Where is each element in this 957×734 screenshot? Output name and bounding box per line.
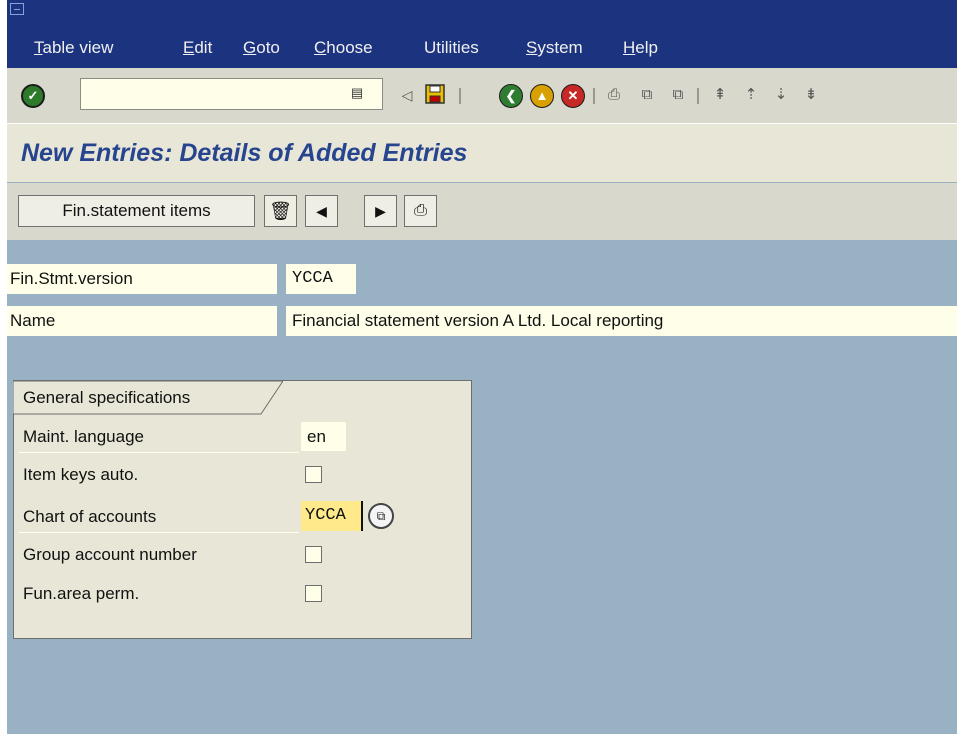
fun-area-perm-label: Fun.area perm. — [23, 584, 140, 603]
find-icon[interactable]: ⧉ — [634, 83, 660, 107]
exit-icon[interactable]: ▲ — [530, 84, 554, 108]
print-icon[interactable]: ⎙ — [601, 83, 627, 107]
name-label: Name — [7, 306, 277, 336]
page-title: New Entries: Details of Added Entries — [21, 139, 468, 167]
fin-stmt-version-label: Fin.Stmt.version — [7, 264, 277, 294]
cancel-icon[interactable]: ✕ — [561, 84, 585, 108]
toolbar-separator — [697, 88, 699, 104]
toolbar-separator — [459, 88, 461, 104]
system-menu-icon[interactable] — [10, 3, 24, 15]
chart-of-accounts-label: Chart of accounts — [23, 507, 157, 526]
fin-stmt-version-value: YCCA — [286, 264, 356, 294]
menu-edit[interactable]: Edit — [183, 38, 212, 58]
fin-statement-items-button[interactable]: Fin.statement items — [18, 195, 255, 227]
print-icon[interactable]: ⎙ — [404, 195, 437, 227]
menu-bar: Table view Edit Goto Choose Utilities Sy… — [7, 0, 957, 68]
find-next-icon[interactable]: ⧉ — [665, 83, 691, 107]
menu-help[interactable]: Help — [623, 38, 658, 58]
back-icon[interactable]: ❮ — [499, 84, 523, 108]
name-field[interactable]: Financial statement version A Ltd. Local… — [286, 306, 957, 336]
menu-system[interactable]: System — [526, 38, 583, 58]
row-underline — [19, 532, 299, 533]
sap-window: Table view Edit Goto Choose Utilities Sy… — [7, 0, 957, 734]
maint-language-label: Maint. language — [23, 427, 144, 446]
enter-icon[interactable]: ✓ — [21, 84, 45, 108]
general-specifications-title: General specifications — [23, 388, 191, 407]
command-dropdown-icon[interactable]: ▤ — [350, 85, 364, 103]
group-account-number-label: Group account number — [23, 545, 197, 564]
item-keys-auto-checkbox[interactable] — [305, 466, 322, 483]
menu-choose[interactable]: Choose — [314, 38, 373, 58]
menu-utilities[interactable]: Utilities — [424, 38, 479, 58]
next-entry-icon[interactable]: ▶ — [364, 195, 397, 227]
toolbar-separator — [593, 88, 595, 104]
previous-page-icon[interactable]: ⇡ — [738, 83, 764, 107]
menu-goto[interactable]: Goto — [243, 38, 280, 58]
next-page-icon[interactable]: ⇣ — [768, 83, 794, 107]
delete-icon[interactable]: 🗑 — [264, 195, 297, 227]
possible-entries-icon[interactable]: ⧉ — [368, 503, 394, 529]
maint-language-field[interactable]: en — [301, 422, 346, 451]
chart-of-accounts-field[interactable]: YCCA — [301, 501, 363, 531]
item-keys-auto-label: Item keys auto. — [23, 465, 139, 484]
group-account-number-checkbox[interactable] — [305, 546, 322, 563]
fun-area-perm-checkbox[interactable] — [305, 585, 322, 602]
previous-entry-icon[interactable]: ◀ — [305, 195, 338, 227]
last-page-icon[interactable]: ⇟ — [798, 83, 824, 107]
row-underline — [19, 452, 299, 453]
first-page-icon[interactable]: ⇞ — [707, 83, 733, 107]
menu-table-view[interactable]: Table view — [34, 38, 113, 58]
back-arrow-icon[interactable]: ◁ — [394, 83, 420, 107]
command-field[interactable] — [80, 78, 383, 110]
save-icon[interactable] — [422, 83, 448, 107]
